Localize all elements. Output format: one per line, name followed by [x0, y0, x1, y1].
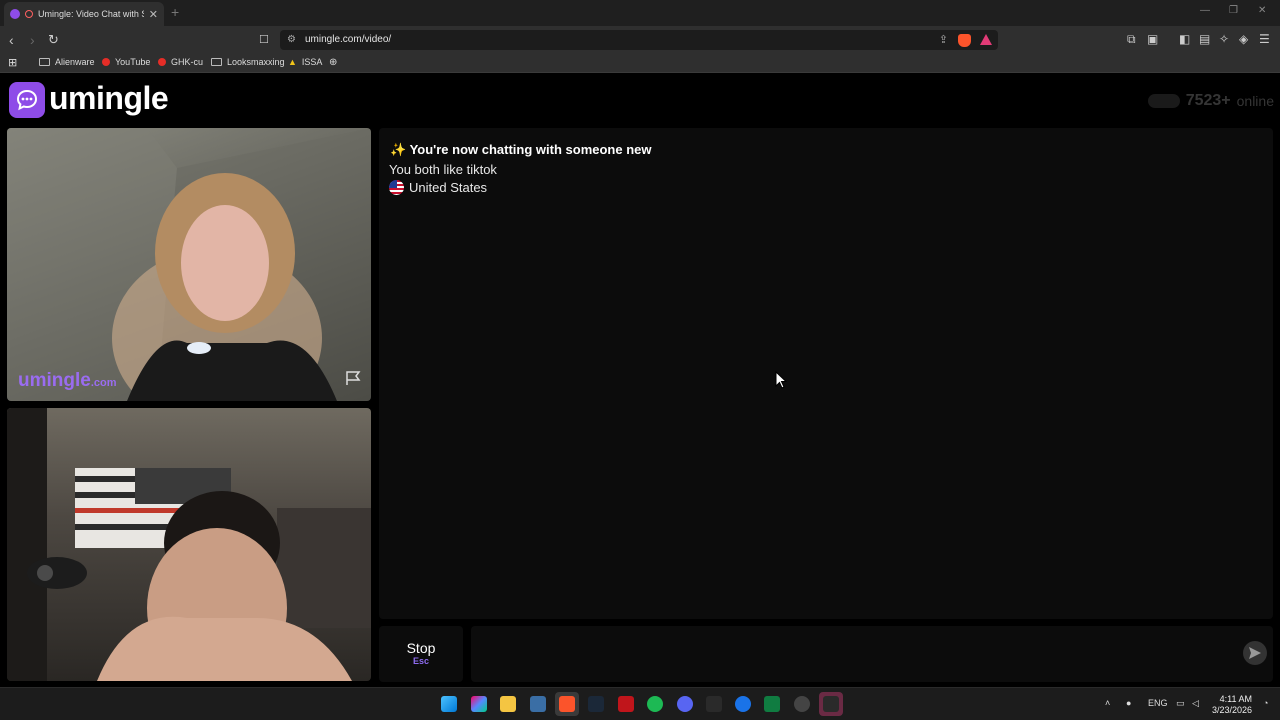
stop-label: Stop: [406, 640, 436, 656]
globe-icon[interactable]: ⊕: [329, 57, 337, 68]
stranger-video-frame: [7, 128, 371, 401]
report-flag-icon[interactable]: [345, 370, 363, 391]
blue-app-icon[interactable]: [735, 696, 751, 712]
network-icon[interactable]: ▭: [1176, 698, 1185, 709]
copilot-icon[interactable]: [471, 696, 487, 712]
spotify-icon[interactable]: [647, 696, 663, 712]
site-info-icon[interactable]: ⚙: [287, 34, 296, 45]
browser-toolbar: ‹ › ↻ ☐ ⚙ umingle.com/video/ ⇪: [0, 26, 1280, 54]
vpn-icon[interactable]: ◈: [1239, 32, 1248, 46]
bookmark-icon[interactable]: ☐: [259, 31, 269, 49]
close-tab-icon[interactable]: ✕: [149, 8, 158, 21]
extensions-icon[interactable]: ⧉: [1127, 32, 1136, 47]
notifications-icon[interactable]: ◔: [1263, 698, 1268, 708]
send-button[interactable]: [1243, 641, 1267, 665]
back-icon[interactable]: ‹: [9, 31, 14, 49]
chat-system-message: ✨ You're now chatting with someone new: [390, 142, 652, 157]
new-tab-button[interactable]: +: [171, 4, 179, 20]
discord-icon[interactable]: [677, 696, 693, 712]
recording-indicator-icon: [25, 10, 33, 18]
steam-icon[interactable]: [588, 696, 604, 712]
tray-overflow-icon[interactable]: ˄: [1105, 698, 1110, 708]
start-icon[interactable]: [441, 696, 457, 712]
stranger-country: United States: [389, 180, 487, 195]
volume-icon[interactable]: ◁: [1192, 698, 1199, 709]
bookmark-label: GHK-cu: [171, 57, 204, 67]
online-count: 7523+: [1185, 92, 1231, 109]
umingle-watermark: umingle.com: [18, 370, 117, 392]
stranger-video: umingle.com: [7, 128, 371, 401]
bookmarks-bar: ⊞ Alienware YouTube GHK-cu Looksmaxxing …: [0, 54, 1280, 73]
brave-shields-icon[interactable]: [958, 34, 971, 47]
microphone-icon[interactable]: ●: [1126, 698, 1131, 708]
file-explorer-icon[interactable]: [500, 696, 516, 712]
forward-icon[interactable]: ›: [30, 31, 35, 49]
folder-icon: [211, 58, 222, 66]
reload-icon[interactable]: ↻: [48, 31, 59, 49]
minimize-window-icon[interactable]: —: [1200, 5, 1210, 16]
bookmark-label: YouTube: [115, 57, 151, 67]
bookmark-label: Alienware: [55, 57, 95, 67]
epic-games-icon[interactable]: [706, 696, 722, 712]
app-icon[interactable]: [794, 696, 810, 712]
country-name: United States: [409, 180, 488, 195]
restore-window-icon[interactable]: ❐: [1229, 5, 1238, 16]
share-icon[interactable]: ⇪: [939, 33, 948, 46]
epic-games-launcher-icon[interactable]: [823, 696, 839, 712]
common-interest-text: You both like tiktok: [389, 162, 497, 177]
windows-taskbar: ˄ ● ENG ▭ ◁ 4:11 AM 3/23/2026 ◔: [0, 687, 1280, 720]
stop-shortcut: Esc: [412, 656, 429, 666]
store-icon[interactable]: [530, 696, 546, 712]
bookmark-label: Looksmaxxing: [227, 57, 285, 67]
watermark-suffix: .com: [90, 377, 117, 389]
issa-icon: ▲: [288, 57, 297, 67]
stop-button[interactable]: Stop Esc: [379, 626, 463, 682]
brave-rewards-icon[interactable]: [980, 34, 992, 45]
address-bar[interactable]: ⚙ umingle.com/video/ ⇪: [280, 30, 998, 50]
language-indicator[interactable]: ENG: [1148, 698, 1168, 708]
umingle-logo-text[interactable]: umingle: [49, 80, 169, 117]
chat-panel: ✨ You're now chatting with someone new Y…: [379, 128, 1273, 619]
self-video-frame: [7, 408, 371, 681]
bookmark-issa[interactable]: ▲ ISSA: [288, 57, 322, 67]
online-label: online: [1236, 93, 1274, 109]
brave-browser-icon[interactable]: [559, 696, 575, 712]
wallet-icon[interactable]: ▤: [1199, 32, 1210, 46]
message-input[interactable]: [471, 626, 1273, 682]
clock-time: 4:11 AM: [1219, 694, 1252, 704]
bookmark-looksmaxxing[interactable]: Looksmaxxing: [211, 57, 285, 67]
mouse-cursor-icon: [775, 371, 787, 389]
tab-manager-icon[interactable]: ▣: [1147, 32, 1158, 46]
youtube-icon: [158, 58, 166, 66]
menu-icon[interactable]: ☰: [1259, 32, 1270, 46]
system-clock[interactable]: 4:11 AM 3/23/2026: [1212, 694, 1252, 716]
online-counter: 7523+ online: [1147, 92, 1274, 110]
apps-grid-icon[interactable]: ⊞: [8, 56, 17, 69]
folder-icon: [39, 58, 50, 66]
clock-date: 3/23/2026: [1211, 705, 1252, 715]
bookmark-label: ISSA: [301, 57, 323, 67]
bookmark-alienware[interactable]: Alienware: [39, 57, 95, 67]
send-icon: [1249, 647, 1261, 659]
watermark-main: umingle: [18, 370, 91, 391]
red-app-icon[interactable]: [618, 696, 634, 712]
bookmark-ghk-cu[interactable]: GHK-cu: [158, 57, 203, 67]
us-flag-icon: [389, 180, 404, 195]
url-text: umingle.com/video/: [305, 34, 392, 45]
online-toggle[interactable]: [1147, 94, 1180, 108]
browser-tab-bar: Umingle: Video Chat with Stra ✕ + — ❐ ✕: [0, 0, 1280, 26]
leo-ai-icon[interactable]: ✧: [1219, 32, 1229, 46]
xbox-icon[interactable]: [764, 696, 780, 712]
sidebar-icon[interactable]: ◧: [1179, 32, 1190, 46]
self-video: [7, 408, 371, 681]
close-window-icon[interactable]: ✕: [1258, 5, 1266, 16]
browser-tab[interactable]: Umingle: Video Chat with Stra ✕: [4, 2, 164, 26]
umingle-logo-icon[interactable]: [9, 82, 45, 118]
umingle-favicon-icon: [10, 9, 20, 19]
youtube-icon: [102, 58, 110, 66]
tab-title: Umingle: Video Chat with Stra: [38, 9, 144, 19]
bookmark-youtube[interactable]: YouTube: [102, 57, 150, 67]
umingle-page: umingle 7523+ online umingle.com ✨ You'r…: [0, 74, 1280, 687]
